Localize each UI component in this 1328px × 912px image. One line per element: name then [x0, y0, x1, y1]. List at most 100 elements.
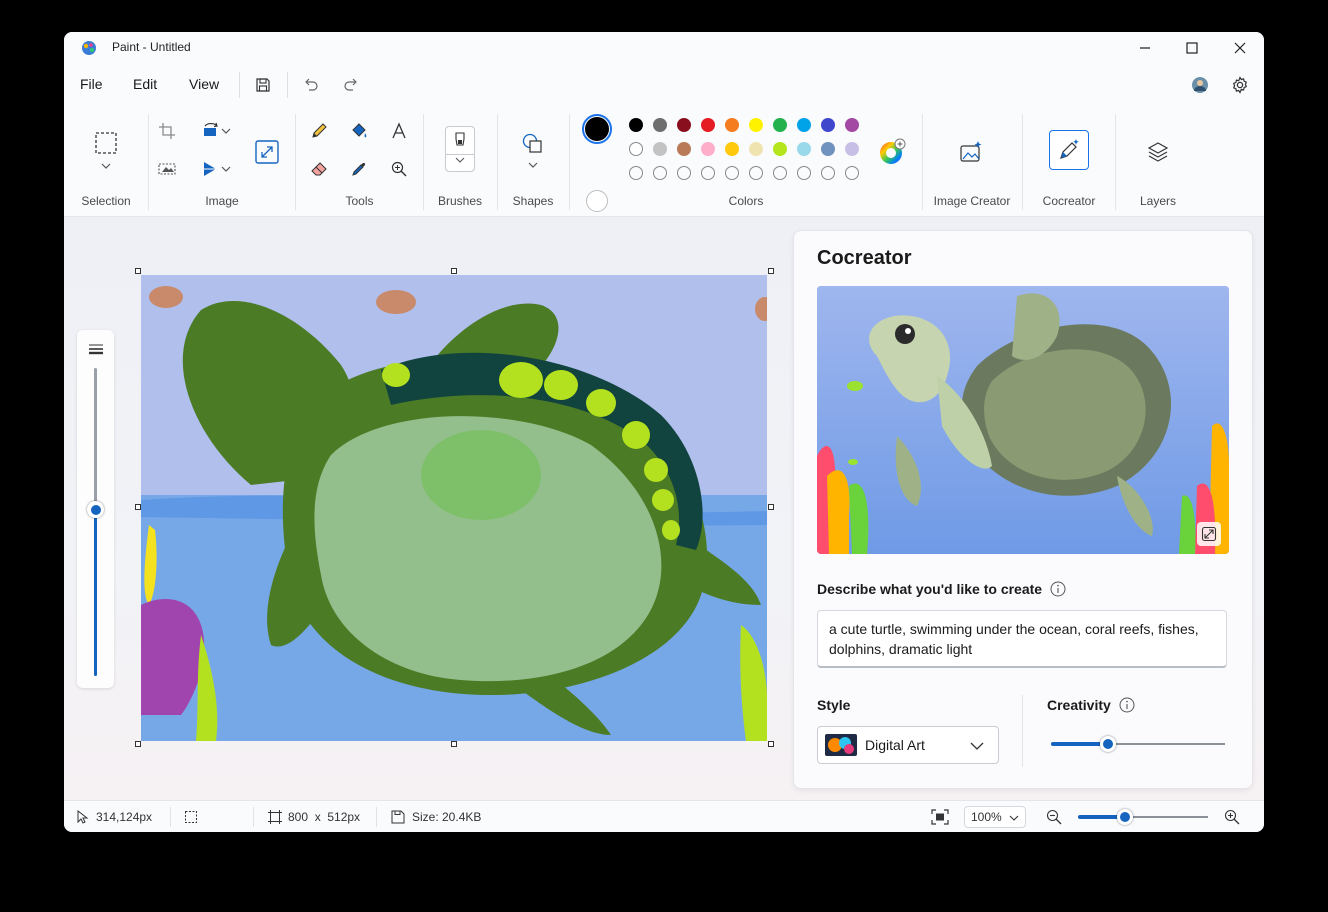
layers-button[interactable]	[1144, 138, 1172, 166]
style-thumbnail	[825, 734, 857, 756]
resize-handle[interactable]	[451, 741, 457, 747]
palette-swatch[interactable]	[677, 142, 691, 156]
resize-handle[interactable]	[135, 741, 141, 747]
custom-color-slot[interactable]	[821, 166, 835, 180]
slider-thumb[interactable]	[1116, 809, 1133, 825]
resize-button[interactable]	[253, 138, 281, 166]
flip-button[interactable]	[196, 158, 236, 180]
custom-color-slot[interactable]	[653, 166, 667, 180]
zoom-out-icon[interactable]	[1046, 809, 1062, 825]
palette-swatch[interactable]	[725, 142, 739, 156]
brushes-button[interactable]	[445, 126, 475, 172]
group-label-brushes: Brushes	[437, 194, 483, 208]
settings-button[interactable]	[1227, 72, 1253, 98]
palette-swatch[interactable]	[845, 142, 859, 156]
minimize-button[interactable]	[1122, 32, 1168, 64]
maximize-icon	[1186, 42, 1198, 54]
palette-swatch[interactable]	[773, 118, 787, 132]
prompt-input[interactable]: a cute turtle, swimming under the ocean,…	[817, 610, 1227, 668]
zoom-select[interactable]: 100%	[964, 806, 1026, 828]
fill-tool[interactable]	[348, 120, 370, 142]
primary-color-button[interactable]	[582, 114, 612, 144]
style-label: Style	[817, 697, 851, 713]
turtle-drawing	[141, 286, 767, 741]
resize-handle[interactable]	[135, 504, 141, 510]
palette-swatch[interactable]	[653, 142, 667, 156]
image-creator-button[interactable]	[957, 138, 985, 166]
menu-file[interactable]: File	[80, 76, 103, 92]
custom-color-slot[interactable]	[629, 166, 643, 180]
menu-edit[interactable]: Edit	[133, 76, 157, 92]
generated-turtle-image	[817, 286, 1229, 554]
generated-image[interactable]	[817, 286, 1229, 554]
describe-label-row: Describe what you'd like to create	[817, 581, 1066, 597]
group-label-selection: Selection	[81, 194, 131, 208]
custom-color-slot[interactable]	[797, 166, 811, 180]
account-avatar[interactable]	[1187, 72, 1213, 98]
palette-swatch[interactable]	[749, 118, 763, 132]
custom-color-slot[interactable]	[677, 166, 691, 180]
crop-button[interactable]	[156, 120, 178, 142]
resize-handle[interactable]	[135, 268, 141, 274]
creativity-label: Creativity	[1047, 697, 1111, 713]
ribbon: Selection Image Tools Brushes Shapes Col…	[64, 106, 1264, 217]
drawing-canvas[interactable]	[141, 275, 767, 741]
edit-colors-button[interactable]	[877, 137, 907, 167]
info-icon[interactable]	[1119, 697, 1135, 713]
rotate-button[interactable]	[196, 120, 236, 142]
status-bar: 314,124px 800 x 512px Size: 20.4KB 100%	[64, 800, 1264, 832]
custom-color-slot[interactable]	[845, 166, 859, 180]
slider-thumb[interactable]	[87, 501, 104, 519]
palette-swatch[interactable]	[821, 118, 835, 132]
custom-color-slot[interactable]	[749, 166, 763, 180]
resize-handle[interactable]	[768, 504, 774, 510]
color-picker-tool[interactable]	[348, 158, 370, 180]
remove-background-icon	[158, 163, 176, 175]
info-icon[interactable]	[1050, 581, 1066, 597]
slider-thumb[interactable]	[1100, 736, 1117, 752]
custom-color-slot[interactable]	[773, 166, 787, 180]
cocreator-button[interactable]	[1049, 130, 1089, 170]
selection-tool-button[interactable]	[92, 126, 120, 176]
maximize-button[interactable]	[1169, 32, 1215, 64]
redo-button[interactable]	[338, 72, 364, 98]
palette-swatch[interactable]	[845, 118, 859, 132]
close-button[interactable]	[1217, 32, 1263, 64]
magnifier-tool[interactable]	[388, 158, 410, 180]
palette-swatch[interactable]	[629, 142, 643, 156]
palette-swatch[interactable]	[725, 118, 739, 132]
palette-swatch[interactable]	[701, 118, 715, 132]
remove-background-button[interactable]	[156, 158, 178, 180]
resize-handle[interactable]	[768, 741, 774, 747]
creativity-slider[interactable]	[1051, 736, 1225, 752]
palette-swatch[interactable]	[653, 118, 667, 132]
palette-swatch[interactable]	[821, 142, 835, 156]
resize-handle[interactable]	[451, 268, 457, 274]
custom-color-slot[interactable]	[725, 166, 739, 180]
save-button[interactable]	[250, 72, 276, 98]
undo-button[interactable]	[298, 72, 324, 98]
text-tool[interactable]	[388, 120, 410, 142]
pencil-tool[interactable]	[308, 120, 330, 142]
fit-to-window-icon[interactable]	[931, 809, 949, 825]
palette-swatch[interactable]	[749, 142, 763, 156]
menu-view[interactable]: View	[189, 76, 219, 92]
magnifier-icon	[391, 161, 407, 177]
chevron-down-icon	[101, 163, 111, 169]
resize-handle[interactable]	[768, 268, 774, 274]
palette-swatch[interactable]	[797, 118, 811, 132]
zoom-slider[interactable]	[1078, 809, 1208, 825]
crop-icon	[159, 123, 175, 139]
palette-swatch[interactable]	[629, 118, 643, 132]
custom-color-slot[interactable]	[701, 166, 715, 180]
palette-swatch[interactable]	[677, 118, 691, 132]
brush-size-slider[interactable]	[77, 330, 114, 688]
shapes-button[interactable]	[519, 128, 547, 174]
palette-swatch[interactable]	[773, 142, 787, 156]
style-dropdown[interactable]: Digital Art	[817, 726, 999, 764]
expand-image-button[interactable]	[1197, 522, 1221, 546]
palette-swatch[interactable]	[797, 142, 811, 156]
zoom-in-icon[interactable]	[1224, 809, 1240, 825]
eraser-tool[interactable]	[308, 158, 330, 180]
palette-swatch[interactable]	[701, 142, 715, 156]
